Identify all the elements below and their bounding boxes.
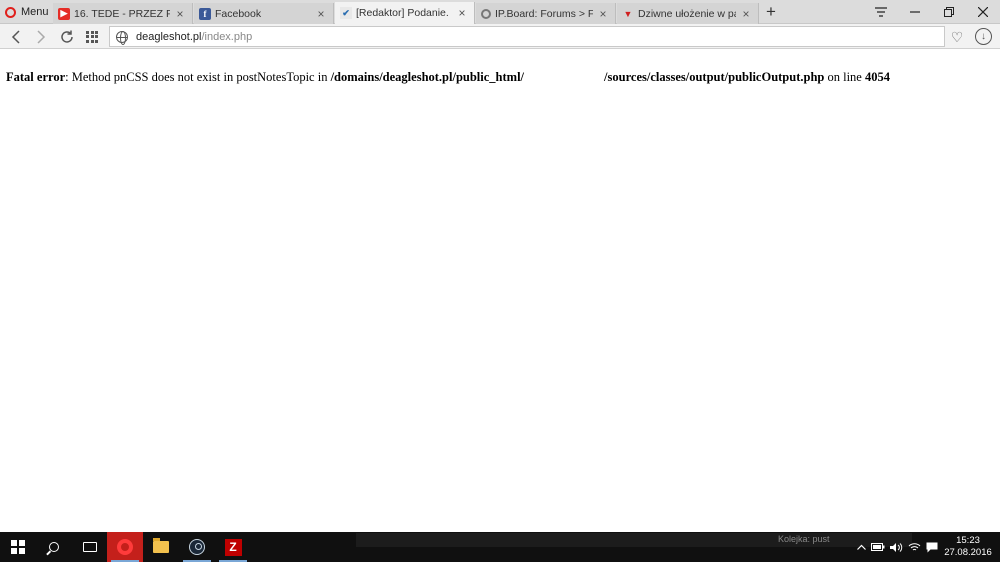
taskbar-file-explorer[interactable] xyxy=(143,532,179,562)
back-button[interactable] xyxy=(4,26,26,47)
search-button[interactable] xyxy=(36,532,72,562)
tray-chevron-up-icon[interactable] xyxy=(854,532,868,562)
clock-time: 15:23 xyxy=(956,535,980,546)
taskbar-steam[interactable] xyxy=(179,532,215,562)
tab-facebook[interactable]: f Facebook × xyxy=(194,3,334,24)
facebook-icon: f xyxy=(199,7,211,20)
error-line-number: 4054 xyxy=(864,70,890,84)
minimize-icon[interactable] xyxy=(898,0,932,24)
tab-menu-icon[interactable] xyxy=(864,0,898,24)
start-button[interactable] xyxy=(0,532,36,562)
reload-button[interactable] xyxy=(56,26,78,47)
tab-title: 16. TEDE - PRZEZ FEEEJM xyxy=(74,7,170,20)
page-content: Fatal error: Method pnCSS does not exist… xyxy=(0,50,1000,531)
url-path: /index.php xyxy=(201,30,253,43)
ghost-queue-text: Kolejka: pust xyxy=(778,534,830,544)
tab-title: Dziwne ułożenie w panelu xyxy=(638,7,736,20)
speed-dial-button[interactable] xyxy=(81,26,103,47)
forward-button[interactable] xyxy=(30,26,52,47)
menu-label: Menu xyxy=(21,6,49,18)
tab-title: Facebook xyxy=(215,7,262,20)
task-view-button[interactable] xyxy=(72,532,108,562)
download-icon[interactable]: ↓ xyxy=(975,28,992,45)
opera-icon xyxy=(117,539,133,555)
error-label: Fatal error xyxy=(6,70,66,84)
opera-logo-icon xyxy=(5,6,16,18)
tab-ipboard[interactable]: IP.Board: Forums > Fora × xyxy=(476,3,616,24)
address-bar[interactable]: deagleshot.pl/index.php xyxy=(109,26,945,47)
filezilla-icon: Z xyxy=(224,538,242,556)
folder-icon xyxy=(153,538,169,553)
error-text: : Method pnCSS does not exist in postNot… xyxy=(65,70,331,84)
error-online-text: on line xyxy=(824,70,865,84)
tab-dziwne[interactable]: ▼ Dziwne ułożenie w panelu × xyxy=(617,3,759,24)
tab-close-icon[interactable]: × xyxy=(597,7,609,21)
globe-icon xyxy=(116,30,128,45)
error-path-1: /domains/deagleshot.pl/public_html/ xyxy=(330,70,525,84)
search-icon xyxy=(49,542,59,552)
action-center-icon[interactable] xyxy=(924,532,940,562)
grid-icon xyxy=(86,30,98,43)
vs-icon: ▼ xyxy=(623,8,633,19)
volume-icon[interactable] xyxy=(888,532,904,562)
tab-close-icon[interactable]: × xyxy=(456,6,468,20)
system-clock[interactable]: 15:23 27.08.2016 xyxy=(940,535,996,559)
battery-icon[interactable] xyxy=(870,532,886,562)
taskbar-opera[interactable] xyxy=(107,532,143,562)
tab-strip: Menu ▶ 16. TEDE - PRZEZ FEEEJM × f Faceb… xyxy=(0,0,1000,24)
tab-title: IP.Board: Forums > Fora xyxy=(495,7,593,20)
steam-icon xyxy=(189,539,205,555)
tab-title: [Redaktor] Podanie. - Reda xyxy=(356,7,452,19)
address-toolbar: deagleshot.pl/index.php ♡ ↓ xyxy=(0,24,1000,49)
taskbar-filezilla[interactable]: Z xyxy=(215,532,251,562)
wifi-icon[interactable] xyxy=(906,532,922,562)
windows-logo-icon xyxy=(11,540,25,554)
clock-date: 27.08.2016 xyxy=(944,547,992,558)
tab-close-icon[interactable]: × xyxy=(315,7,327,21)
tab-youtube[interactable]: ▶ 16. TEDE - PRZEZ FEEEJM × xyxy=(53,3,193,24)
php-error-message: Fatal error: Method pnCSS does not exist… xyxy=(6,70,890,85)
windows-taskbar: Z Kolejka: pust 15:23 27.08.2016 xyxy=(0,532,1000,562)
restore-icon[interactable] xyxy=(932,0,966,24)
close-window-icon[interactable] xyxy=(966,0,1000,24)
task-view-icon xyxy=(83,542,97,552)
new-tab-button[interactable]: + xyxy=(762,2,780,22)
tab-close-icon[interactable]: × xyxy=(740,7,752,21)
loading-icon xyxy=(481,8,491,19)
opera-menu-button[interactable]: Menu xyxy=(0,0,50,24)
url-host: deagleshot.pl xyxy=(136,30,202,43)
tab-close-icon[interactable]: × xyxy=(174,7,186,21)
editor-icon: ✔ xyxy=(340,7,352,19)
error-path-2: /sources/classes/output/publicOutput.php xyxy=(604,70,825,84)
bookmark-heart-icon[interactable]: ♡ xyxy=(946,27,968,47)
tab-redaktor[interactable]: ✔ [Redaktor] Podanie. - Reda × xyxy=(335,2,475,24)
youtube-icon: ▶ xyxy=(58,7,70,20)
